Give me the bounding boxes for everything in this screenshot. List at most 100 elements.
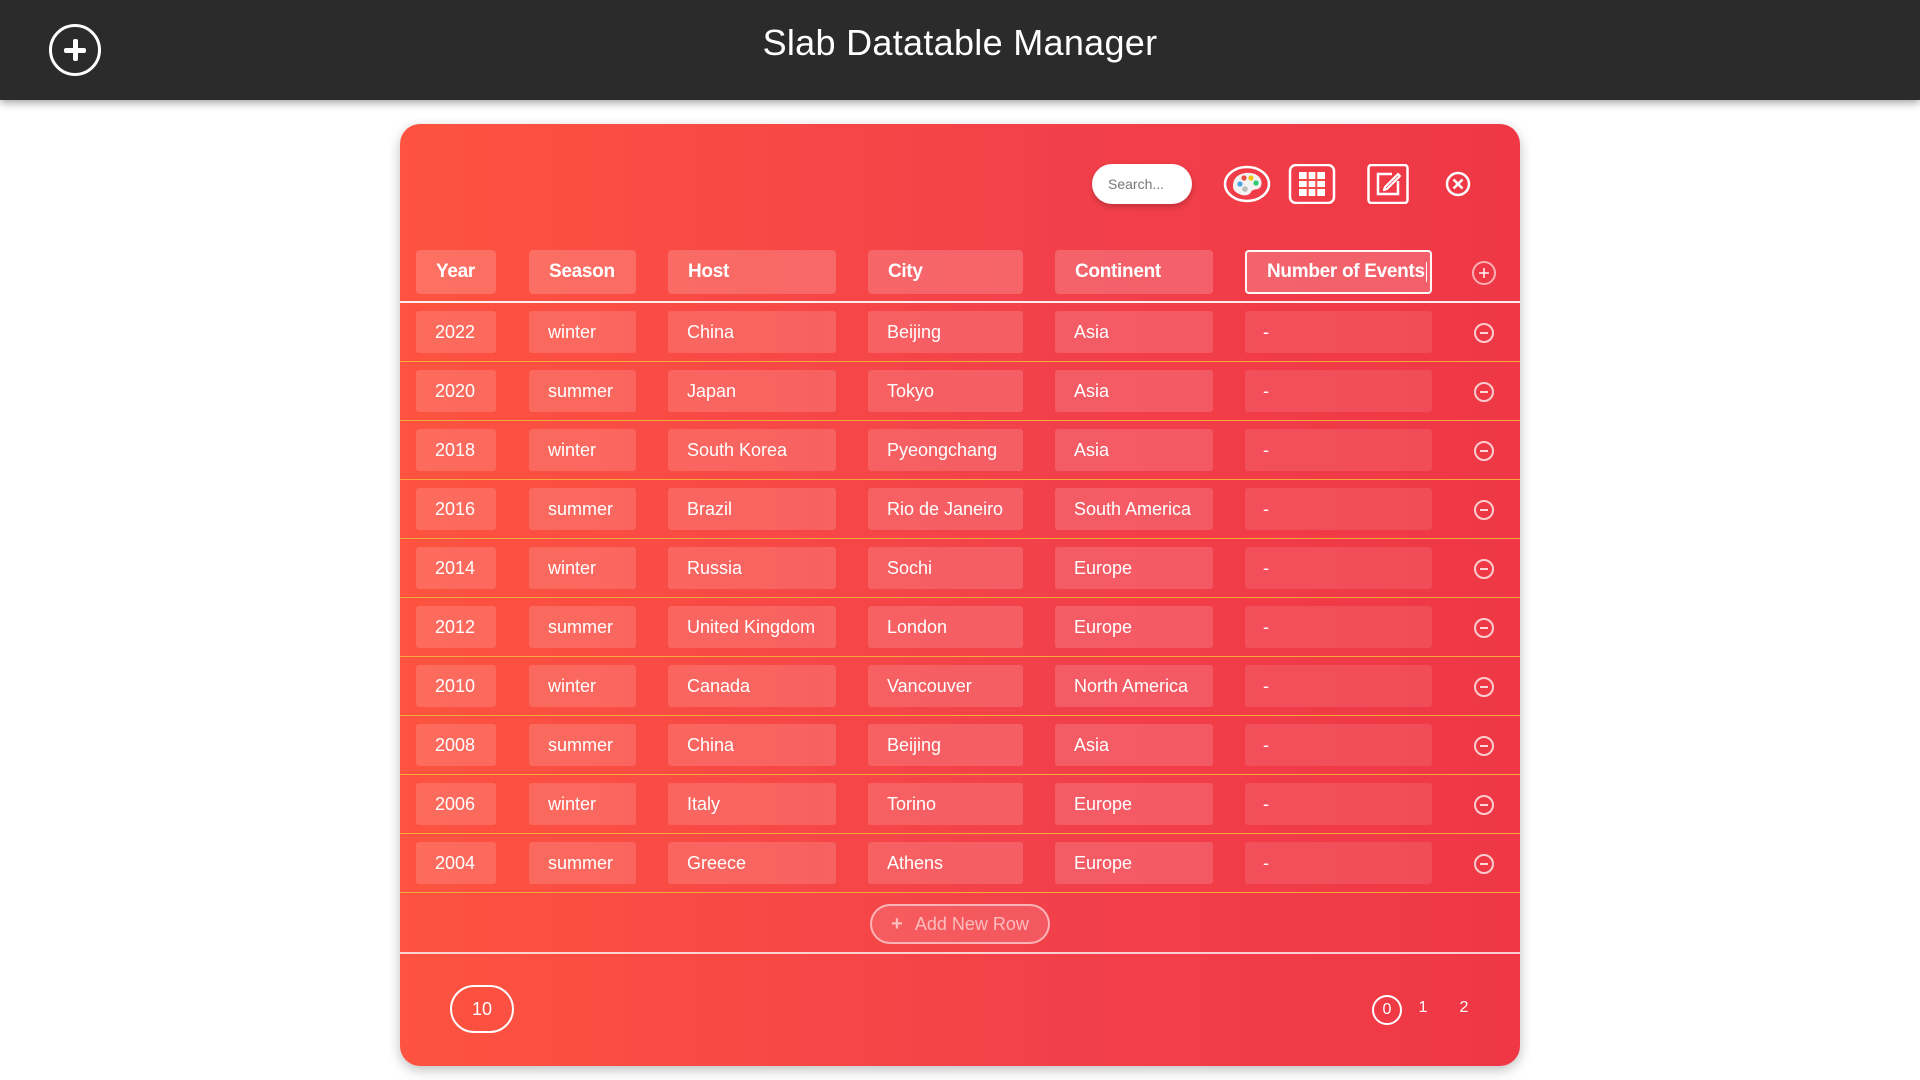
plus-icon: + bbox=[891, 912, 903, 935]
cell-season[interactable]: winter bbox=[529, 665, 636, 707]
cell-year[interactable]: 2004 bbox=[416, 842, 496, 884]
cell-host[interactable]: Japan bbox=[668, 370, 836, 412]
remove-row-icon[interactable] bbox=[1474, 854, 1494, 874]
cell-host[interactable]: United Kingdom bbox=[668, 606, 836, 648]
palette-icon bbox=[1223, 165, 1271, 203]
cell-season[interactable]: summer bbox=[529, 488, 636, 530]
table-row: 2010 winter Canada Vancouver North America - bbox=[400, 657, 1520, 716]
cell-city[interactable]: Tokyo bbox=[868, 370, 1023, 412]
cell-year[interactable]: 2020 bbox=[416, 370, 496, 412]
close-table-button[interactable] bbox=[1434, 164, 1482, 204]
cell-host[interactable]: Russia bbox=[668, 547, 836, 589]
cell-year[interactable]: 2014 bbox=[416, 547, 496, 589]
remove-row-icon[interactable] bbox=[1474, 618, 1494, 638]
column-header-city[interactable]: City bbox=[868, 250, 1023, 294]
cell-continent[interactable]: Europe bbox=[1055, 842, 1213, 884]
cell-host[interactable]: China bbox=[668, 311, 836, 353]
cell-continent[interactable]: North America bbox=[1055, 665, 1213, 707]
cell-city[interactable]: Athens bbox=[868, 842, 1023, 884]
cell-number-of-events[interactable]: - bbox=[1245, 370, 1432, 412]
add-new-row-button[interactable]: + Add New Row bbox=[870, 904, 1050, 944]
column-header-year[interactable]: Year bbox=[416, 250, 496, 294]
cell-number-of-events[interactable]: - bbox=[1245, 488, 1432, 530]
cell-number-of-events[interactable]: - bbox=[1245, 783, 1432, 825]
cell-host[interactable]: Brazil bbox=[668, 488, 836, 530]
cell-year[interactable]: 2018 bbox=[416, 429, 496, 471]
cell-city[interactable]: Vancouver bbox=[868, 665, 1023, 707]
cell-number-of-events[interactable]: - bbox=[1245, 547, 1432, 589]
column-header-season[interactable]: Season bbox=[529, 250, 636, 294]
remove-row-icon[interactable] bbox=[1474, 382, 1494, 402]
column-header-host[interactable]: Host bbox=[668, 250, 836, 294]
cell-continent[interactable]: Asia bbox=[1055, 724, 1213, 766]
cell-number-of-events[interactable]: - bbox=[1245, 665, 1432, 707]
remove-row-icon[interactable] bbox=[1474, 323, 1494, 343]
cell-city[interactable]: Beijing bbox=[868, 311, 1023, 353]
cell-season[interactable]: summer bbox=[529, 606, 636, 648]
remove-row-icon[interactable] bbox=[1474, 559, 1494, 579]
cell-city[interactable]: London bbox=[868, 606, 1023, 648]
cell-host[interactable]: Canada bbox=[668, 665, 836, 707]
cell-continent[interactable]: Asia bbox=[1055, 311, 1213, 353]
cell-continent[interactable]: Europe bbox=[1055, 606, 1213, 648]
cell-year[interactable]: 2010 bbox=[416, 665, 496, 707]
columns-grid-button[interactable] bbox=[1288, 164, 1336, 204]
cell-year[interactable]: 2006 bbox=[416, 783, 496, 825]
cell-number-of-events[interactable]: - bbox=[1245, 606, 1432, 648]
page-button-1[interactable]: 1 bbox=[1413, 995, 1433, 1025]
cell-city[interactable]: Rio de Janeiro bbox=[868, 488, 1023, 530]
cell-number-of-events[interactable]: - bbox=[1245, 842, 1432, 884]
cell-season[interactable]: summer bbox=[529, 842, 636, 884]
cell-number-of-events[interactable]: - bbox=[1245, 429, 1432, 471]
cell-continent[interactable]: Europe bbox=[1055, 783, 1213, 825]
remove-row-icon[interactable] bbox=[1474, 500, 1494, 520]
add-new-row-label: Add New Row bbox=[914, 913, 1029, 934]
cell-number-of-events[interactable]: - bbox=[1245, 724, 1432, 766]
cell-host[interactable]: Greece bbox=[668, 842, 836, 884]
search-input[interactable] bbox=[1092, 164, 1192, 204]
cell-city[interactable]: Torino bbox=[868, 783, 1023, 825]
page-button-0[interactable]: 0 bbox=[1372, 995, 1402, 1025]
cell-season[interactable]: summer bbox=[529, 370, 636, 412]
cell-continent[interactable]: Asia bbox=[1055, 370, 1213, 412]
remove-row-icon[interactable] bbox=[1474, 736, 1494, 756]
cell-year[interactable]: 2016 bbox=[416, 488, 496, 530]
column-header-number-of-events-text: Number of Events bbox=[1267, 261, 1425, 282]
table-row: 2006 winter Italy Torino Europe - bbox=[400, 775, 1520, 834]
edit-icon bbox=[1367, 164, 1409, 204]
grid-icon bbox=[1288, 164, 1336, 204]
cell-season[interactable]: winter bbox=[529, 311, 636, 353]
cell-city[interactable]: Pyeongchang bbox=[868, 429, 1023, 471]
footer-divider bbox=[400, 952, 1520, 954]
remove-row-icon[interactable] bbox=[1474, 441, 1494, 461]
cell-host[interactable]: South Korea bbox=[668, 429, 836, 471]
cell-season[interactable]: winter bbox=[529, 547, 636, 589]
cell-continent[interactable]: South America bbox=[1055, 488, 1213, 530]
cell-year[interactable]: 2012 bbox=[416, 606, 496, 648]
palette-button[interactable] bbox=[1223, 164, 1271, 204]
column-header-number-of-events[interactable]: Number of Events bbox=[1245, 250, 1432, 294]
cell-continent[interactable]: Europe bbox=[1055, 547, 1213, 589]
cell-host[interactable]: Italy bbox=[668, 783, 836, 825]
column-header-continent[interactable]: Continent bbox=[1055, 250, 1213, 294]
remove-row-icon[interactable] bbox=[1474, 677, 1494, 697]
cell-city[interactable]: Beijing bbox=[868, 724, 1023, 766]
table-row: 2022 winter China Beijing Asia - bbox=[400, 303, 1520, 362]
page-size-selector[interactable]: 10 bbox=[450, 985, 514, 1033]
remove-row-icon[interactable] bbox=[1474, 795, 1494, 815]
add-column-icon[interactable] bbox=[1472, 261, 1496, 285]
cell-season[interactable]: winter bbox=[529, 783, 636, 825]
app-title: Slab Datatable Manager bbox=[762, 22, 1158, 63]
cell-season[interactable]: summer bbox=[529, 724, 636, 766]
cell-season[interactable]: winter bbox=[529, 429, 636, 471]
cell-continent[interactable]: Asia bbox=[1055, 429, 1213, 471]
table-row: 2016 summer Brazil Rio de Janeiro South Amer… bbox=[400, 480, 1520, 539]
cell-year[interactable]: 2022 bbox=[416, 311, 496, 353]
cell-city[interactable]: Sochi bbox=[868, 547, 1023, 589]
cell-host[interactable]: China bbox=[668, 724, 836, 766]
edit-button[interactable] bbox=[1364, 164, 1412, 204]
table-row: 2020 summer Japan Tokyo Asia - bbox=[400, 362, 1520, 421]
cell-year[interactable]: 2008 bbox=[416, 724, 496, 766]
page-button-2[interactable]: 2 bbox=[1454, 995, 1474, 1025]
cell-number-of-events[interactable]: - bbox=[1245, 311, 1432, 353]
